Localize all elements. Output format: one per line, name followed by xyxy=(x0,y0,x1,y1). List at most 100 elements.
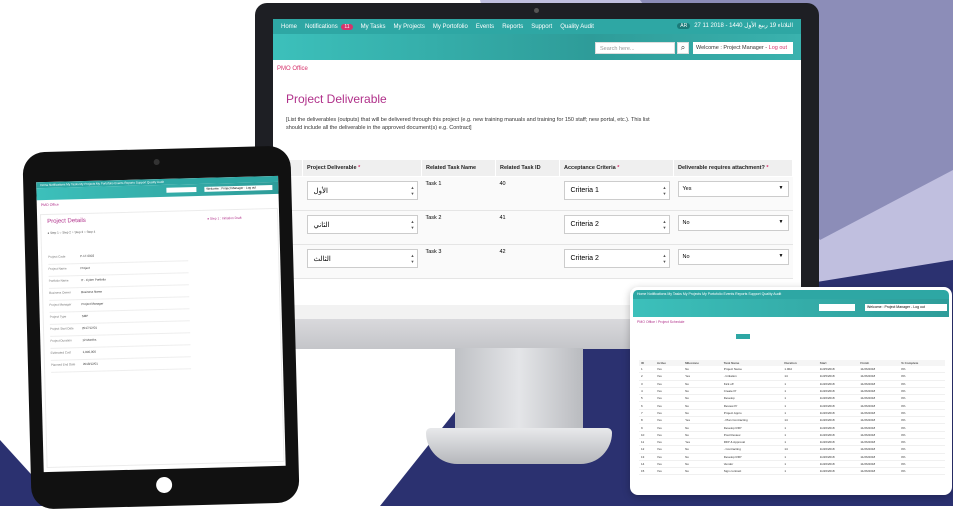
schedule-cell: 1 xyxy=(782,401,818,410)
table-row[interactable]: 6 Yes No Review Pr 1 11/26/2018 11/26/2018 0% xyxy=(639,401,945,410)
resize-icon[interactable]: ▲ ▼ xyxy=(411,185,415,197)
schedule-welcome: Welcome : Project Manager - Log out xyxy=(865,304,947,311)
nav-support[interactable]: Support xyxy=(531,24,552,30)
criteria-cell: Criteria 1 ▲ ▼ xyxy=(559,176,674,211)
deliverable-value: الأول xyxy=(313,188,328,195)
search-input[interactable]: Search here... xyxy=(595,42,675,54)
table-row[interactable]: 4 Yes No Create Pr 1 11/26/2018 11/26/2018 0% xyxy=(639,387,945,396)
breadcrumb[interactable]: PMO Office xyxy=(273,60,801,78)
table-row[interactable]: 1 Yes No Project Name 1.00d 11/25/2018 11/26/2… xyxy=(639,366,945,374)
nav-home[interactable]: Home xyxy=(281,24,297,30)
resize-icon[interactable]: ▲ ▼ xyxy=(663,253,667,265)
table-row[interactable]: 3 Yes No Kick off 1 11/26/2018 11/26/2018 0% xyxy=(639,380,945,388)
schedule-cell: Create Pr xyxy=(721,387,783,396)
criteria-input[interactable]: Criteria 2 ▲ ▼ xyxy=(563,215,670,234)
schedule-cell: 0% xyxy=(899,366,945,374)
toolbar-button[interactable] xyxy=(736,334,750,339)
nav-reports[interactable]: Reports xyxy=(502,24,523,30)
search-icon[interactable]: ⌕ xyxy=(677,42,689,54)
table-row: الأول ▲ ▼ Task 1 40 Criteria 1 ▲ ▼ Yes ▼ xyxy=(281,176,793,211)
chevron-down-icon: ▼ xyxy=(778,253,784,259)
table-row[interactable]: 5 Yes No Develop 1 11/26/2018 11/26/2018 0% xyxy=(639,394,945,403)
attachment-select[interactable]: No ▼ xyxy=(677,249,789,265)
table-row[interactable]: 12 Yes No - Contracting 14 11/26/2018 11/26/20… xyxy=(639,445,945,454)
header-task-name: Related Task Name xyxy=(421,159,496,177)
table-row[interactable]: 8 Yes Yes - Plan Contracting 14 11/26/2018 11/… xyxy=(639,416,945,425)
tablet-steps[interactable]: ● Step 1 ○ Step 2 ○ Step 3 ○ Step 4 xyxy=(47,230,95,235)
schedule-cell: No xyxy=(683,431,722,439)
criteria-input[interactable]: Criteria 2 ▲ ▼ xyxy=(563,249,670,268)
nav-quality-audit[interactable]: Quality Audit xyxy=(560,24,594,30)
schedule-cell: 11/26/2018 xyxy=(817,387,859,396)
deliverable-input[interactable]: الثاني ▲ ▼ xyxy=(306,215,418,234)
nav-notifications[interactable]: Notifications 11 xyxy=(305,23,353,30)
nav-my-tasks[interactable]: My Tasks xyxy=(361,24,386,30)
field-value: Project xyxy=(80,265,90,271)
schedule-cell: 0% xyxy=(899,423,945,432)
table-row[interactable]: 2 Yes Yes - Initiation 14 11/25/2018 11/26/201… xyxy=(639,372,945,381)
table-row[interactable]: 15 Yes No Sign contract 1 11/26/2018 11/26/201… xyxy=(639,467,945,476)
field-value: Business Name xyxy=(80,289,103,295)
table-row[interactable]: 10 Yes No Post Review 1 11/26/2018 11/26/2018 0… xyxy=(639,431,945,439)
table-row[interactable]: 14 Yes No Vendor 1 11/26/2018 11/26/2018 0% xyxy=(639,460,945,469)
tablet-field: Planned End Date 2018/12/01 xyxy=(50,359,192,373)
schedule-cell: 11/26/2018 xyxy=(858,460,900,469)
schedule-cell: 11/26/2018 xyxy=(817,401,859,410)
schedule-nav[interactable]: Home Notifications My Tasks My Projects … xyxy=(633,290,949,299)
attachment-select[interactable]: No ▼ xyxy=(677,215,789,231)
resize-icon[interactable]: ▲ ▼ xyxy=(411,219,415,231)
required-mark: * xyxy=(358,165,361,171)
attachment-value: No xyxy=(682,220,690,226)
deliverable-value: الثاني xyxy=(313,222,330,229)
nav-my-portfolio[interactable]: My Portofolio xyxy=(433,24,468,30)
schedule-cell: 14 xyxy=(782,416,818,425)
schedule-cell: 15 xyxy=(639,467,655,476)
deliverable-input[interactable]: الأول ▲ ▼ xyxy=(306,181,418,200)
criteria-input[interactable]: Criteria 1 ▲ ▼ xyxy=(563,181,670,200)
nav-events[interactable]: Events xyxy=(476,24,494,30)
schedule-cell: Yes xyxy=(654,394,684,403)
schedule-cell: 12 xyxy=(639,445,655,454)
tablet-side-menu[interactable]: ● Step 1 : Initiation Draft xyxy=(207,215,273,222)
tablet-search-input[interactable] xyxy=(166,187,197,193)
home-button-icon[interactable] xyxy=(155,476,173,494)
tablet-panel: Project Details ● Step 1 ○ Step 2 ○ Step… xyxy=(39,207,285,469)
schedule-cell: 11/26/2018 xyxy=(817,431,859,439)
schedule-cell: 11/26/2018 xyxy=(858,467,900,476)
tablet-screen: Home Notifications My Tasks My Projects … xyxy=(36,175,286,473)
top-nav: Home Notifications 11 My Tasks My Projec… xyxy=(273,19,801,34)
language-toggle[interactable]: AR xyxy=(677,22,691,29)
schedule-cell: Yes xyxy=(683,372,722,381)
table-row[interactable]: 13 Yes No Develop RFP 1 11/26/2018 11/26/2018 0… xyxy=(639,453,945,461)
schedule-cell: 11/26/2018 xyxy=(858,431,900,439)
resize-icon[interactable]: ▲ ▼ xyxy=(663,219,667,231)
nav-my-projects[interactable]: My Projects xyxy=(393,24,424,30)
chevron-down-icon: ▼ xyxy=(778,185,784,191)
schedule-cell: Yes xyxy=(654,416,684,425)
attachment-select[interactable]: Yes ▼ xyxy=(677,181,789,197)
schedule-cell: 6 xyxy=(639,401,655,410)
schedule-cell: 11/26/2018 xyxy=(817,453,859,461)
task-id-cell: 40 xyxy=(495,176,560,211)
monitor-stand xyxy=(455,348,583,428)
table-row[interactable]: 9 Yes No Develop RFP 1 11/26/2018 11/26/2018 0% xyxy=(639,423,945,432)
resize-icon[interactable]: ▲ ▼ xyxy=(663,185,667,197)
criteria-cell: Criteria 2 ▲ ▼ xyxy=(559,244,674,279)
schedule-table: ID Active Milestone Task Name Duration S… xyxy=(639,360,945,476)
table-row[interactable]: 7 Yes No Project Appro 1 11/26/2018 11/26/2018… xyxy=(639,409,945,418)
schedule-cell: 0% xyxy=(899,467,945,476)
task-id-cell: 41 xyxy=(495,210,560,245)
table-row[interactable]: 11 Yes Yes RFP & Approval 1 11/26/2018 11/26/2… xyxy=(639,438,945,447)
schedule-cell: - Contracting xyxy=(721,445,783,454)
schedule-cell: 11/26/2018 xyxy=(817,409,859,418)
schedule-breadcrumb[interactable]: PMO Office / Project Schedule xyxy=(633,317,949,327)
field-value: 2018/12/01 xyxy=(82,361,98,367)
header-criteria: Acceptance Criteria * xyxy=(559,159,674,177)
logout-link[interactable]: Log out xyxy=(769,45,787,51)
resize-icon[interactable]: ▲ ▼ xyxy=(411,253,415,265)
header-task-id: Related Task ID xyxy=(495,159,560,177)
schedule-search-input[interactable] xyxy=(819,304,855,311)
required-mark: * xyxy=(617,165,620,171)
deliverable-input[interactable]: الثالث ▲ ▼ xyxy=(306,249,418,268)
monitor-base xyxy=(426,428,612,464)
